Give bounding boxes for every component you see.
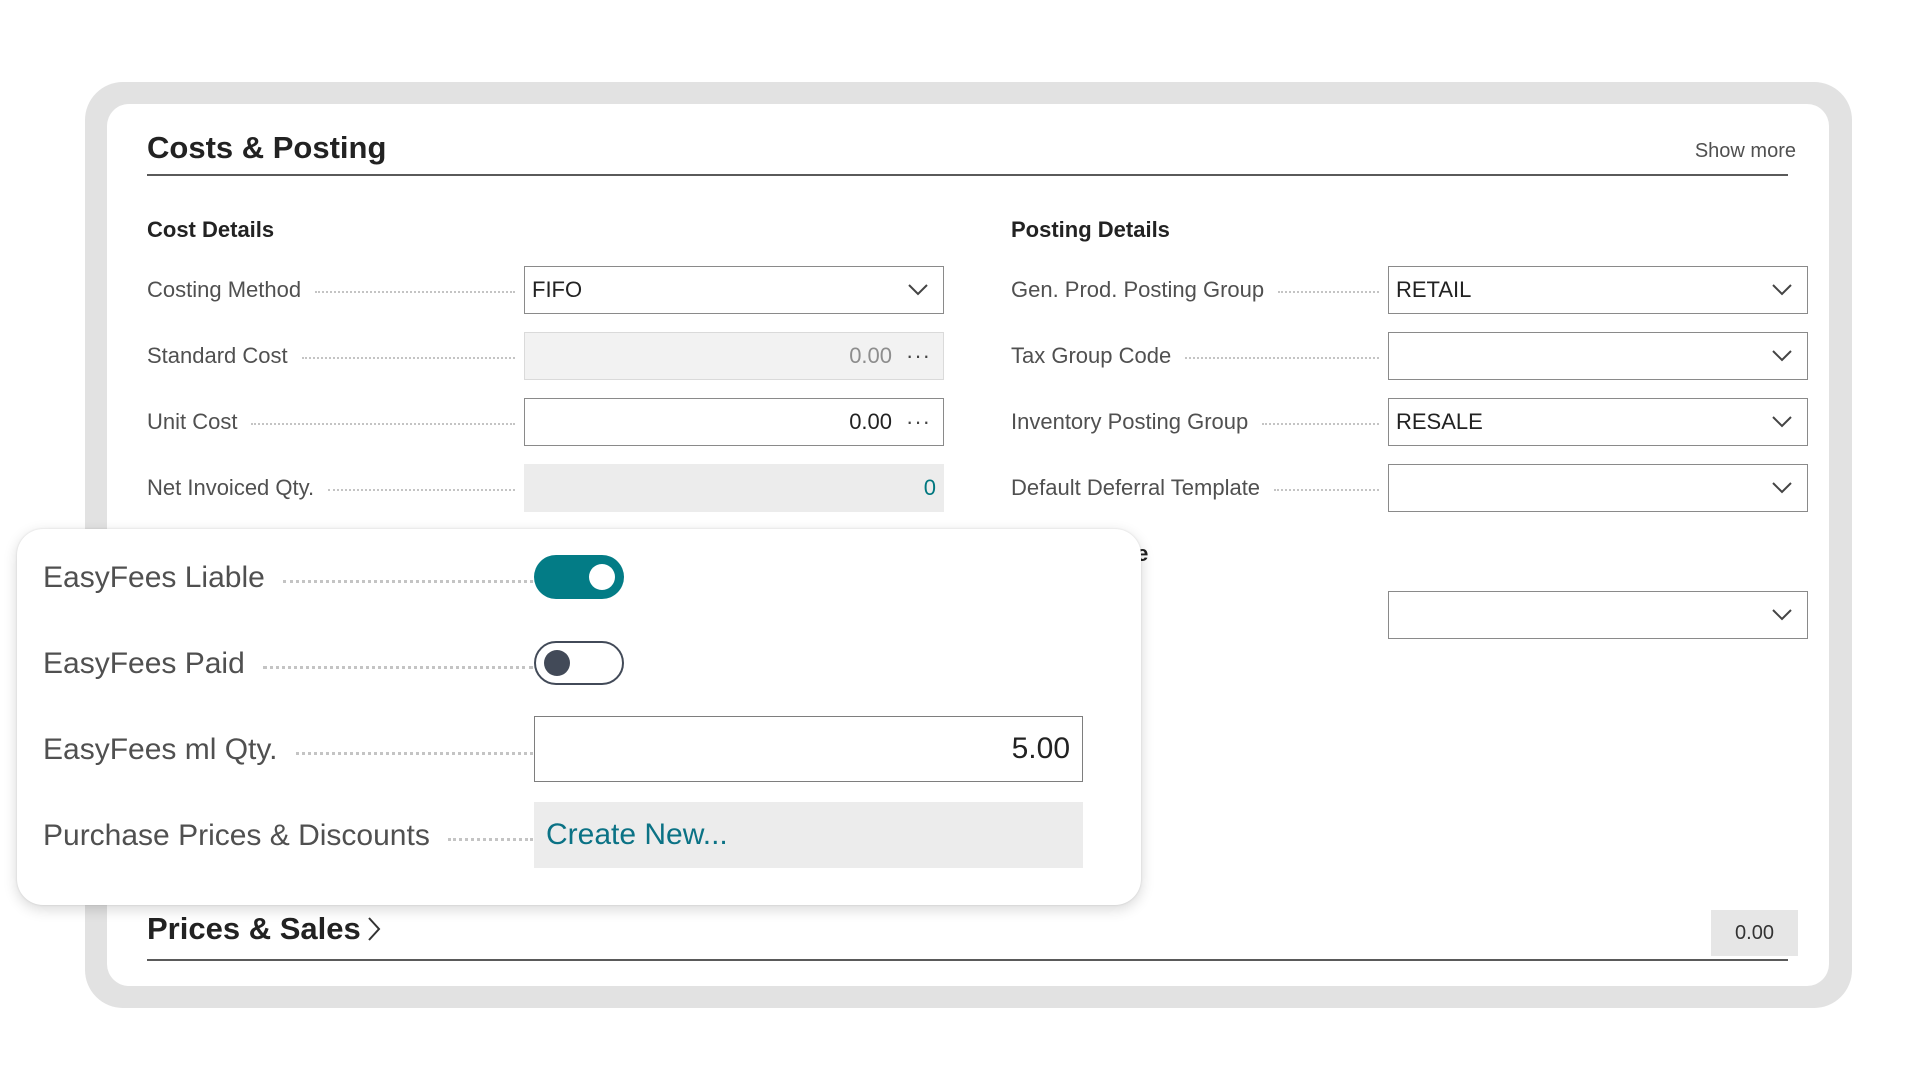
- costing-method-select[interactable]: FIFO: [524, 266, 944, 314]
- chevron-right-icon: [367, 917, 381, 941]
- default-deferral-template-label: Default Deferral Template: [1011, 475, 1379, 501]
- standard-cost-label: Standard Cost: [147, 343, 515, 369]
- net-invoiced-qty-value[interactable]: 0: [924, 475, 944, 501]
- easyfees-popup: EasyFees Liable EasyFees Paid EasyFees m…: [17, 529, 1141, 905]
- easyfees-ml-qty-input[interactable]: 5.00: [534, 716, 1083, 782]
- prices-sales-title: Prices & Sales: [147, 911, 361, 946]
- easyfees-liable-label: EasyFees Liable: [43, 561, 533, 595]
- gen-prod-posting-group-label: Gen. Prod. Posting Group: [1011, 277, 1379, 303]
- chevron-down-icon: [1772, 350, 1792, 362]
- chevron-down-icon: [908, 284, 928, 296]
- gen-prod-posting-group-value: RETAIL: [1396, 277, 1472, 302]
- chevron-down-icon: [1772, 416, 1792, 428]
- costing-method-label: Costing Method: [147, 277, 515, 303]
- unit-cost-field[interactable]: 0.00 ···: [524, 398, 944, 446]
- tax-group-code-select[interactable]: [1388, 332, 1808, 380]
- unit-cost-value: 0.00: [849, 409, 893, 434]
- tax-group-code-label: Tax Group Code: [1011, 343, 1379, 369]
- section-title-prices-sales[interactable]: Prices & Sales: [147, 911, 381, 947]
- posting-details-heading: Posting Details: [1011, 217, 1170, 242]
- section-title-costs-posting[interactable]: Costs & Posting: [147, 130, 386, 166]
- net-invoiced-qty-field[interactable]: 0: [524, 464, 944, 512]
- prices-sales-value: 0.00: [1711, 910, 1798, 956]
- gen-prod-posting-group-select[interactable]: RETAIL: [1388, 266, 1808, 314]
- show-more-link[interactable]: Show more: [1695, 140, 1796, 163]
- easyfees-ml-qty-label: EasyFees ml Qty.: [43, 733, 533, 767]
- purchase-prices-discounts-label: Purchase Prices & Discounts: [43, 819, 533, 853]
- create-new-link[interactable]: Create New...: [534, 802, 1083, 868]
- standard-cost-field[interactable]: 0.00 ···: [524, 332, 944, 380]
- default-deferral-template-select[interactable]: [1388, 464, 1808, 512]
- net-invoiced-qty-label: Net Invoiced Qty.: [147, 475, 515, 501]
- partial-field-select[interactable]: [1388, 591, 1808, 639]
- inventory-posting-group-label: Inventory Posting Group: [1011, 409, 1379, 435]
- chevron-down-icon: [1772, 284, 1792, 296]
- inventory-posting-group-value: RESALE: [1396, 409, 1483, 434]
- standard-cost-value: 0.00: [849, 343, 893, 368]
- easyfees-paid-toggle[interactable]: [534, 641, 624, 685]
- ellipsis-icon[interactable]: ···: [906, 409, 931, 435]
- prices-sales-divider: [147, 959, 1788, 961]
- chevron-down-icon: [1772, 482, 1792, 494]
- ellipsis-icon[interactable]: ···: [906, 343, 931, 369]
- section-divider: [147, 174, 1788, 176]
- easyfees-paid-label: EasyFees Paid: [43, 647, 533, 681]
- easyfees-liable-toggle[interactable]: [534, 555, 624, 599]
- cost-details-heading: Cost Details: [147, 217, 275, 242]
- inventory-posting-group-select[interactable]: RESALE: [1388, 398, 1808, 446]
- costing-method-value: FIFO: [532, 277, 583, 302]
- toggle-knob: [544, 650, 570, 676]
- partial-field-label: [1120, 604, 1378, 606]
- chevron-down-icon: [1772, 609, 1792, 621]
- toggle-knob: [589, 564, 615, 590]
- unit-cost-label: Unit Cost: [147, 409, 515, 435]
